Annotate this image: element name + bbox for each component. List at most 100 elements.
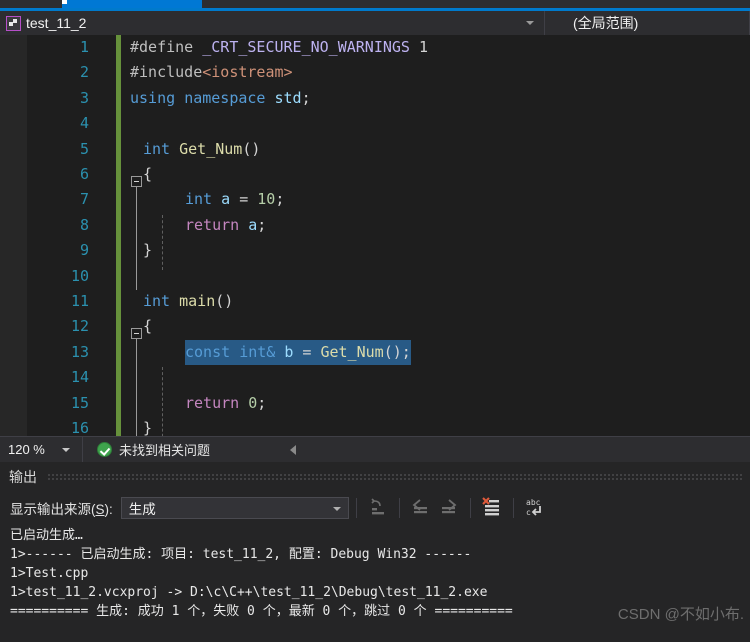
zoom-level-value: 120 % — [8, 442, 45, 457]
project-scope-value: test_11_2 — [26, 15, 87, 31]
code-editor[interactable]: 1 2 3 4 5 6 7 8 9 10 11 12 13 14 15 16 #define _CRT_SEC… — [0, 35, 750, 436]
code-line-9: } — [143, 238, 152, 263]
svg-text:c: c — [526, 508, 531, 517]
line-number: 13 — [70, 342, 89, 361]
line-number: 12 — [70, 317, 89, 336]
token-semicolon-7: ; — [275, 190, 285, 209]
toolbar-separator-3 — [469, 498, 471, 518]
line-number: 6 — [79, 165, 89, 183]
member-scope-dropdown[interactable]: (全局范围) — [545, 11, 750, 35]
change-tracking-bar — [116, 85, 121, 112]
line-number: 16 — [70, 419, 89, 436]
output-panel-header: 输出 — [0, 462, 750, 492]
token-semicolon-8: ; — [257, 215, 267, 234]
editor-navigation-bar: test_11_2 (全局范围) — [0, 11, 750, 35]
change-tracking-bar — [116, 289, 121, 315]
member-scope-value: (全局范围) — [573, 15, 639, 31]
token-semicolon-3: ; — [301, 88, 311, 107]
active-document-tab[interactable] — [62, 0, 202, 8]
token-call-tail: (); — [383, 342, 411, 361]
change-tracking-bar — [116, 111, 121, 137]
toggle-word-wrap-icon[interactable]: abc c — [522, 496, 548, 520]
toolbar-separator-2 — [398, 498, 400, 518]
svg-text:abc: abc — [526, 498, 541, 507]
token-getnum-call: Get_Num — [320, 342, 384, 361]
code-line-6: { — [143, 162, 152, 187]
status-message: 未找到相关问题 — [119, 443, 211, 458]
project-scope-dropdown[interactable]: test_11_2 — [0, 11, 545, 35]
output-panel-toolbar: 显示输出来源(S): 生成 abc c — [0, 492, 750, 524]
next-message-icon[interactable] — [436, 496, 462, 520]
token-num-10: 10 — [257, 190, 276, 209]
chevron-down-icon[interactable] — [526, 21, 534, 25]
token-std: std — [274, 88, 302, 107]
output-source-label-suffix: ): — [104, 502, 113, 517]
jump-to-source-glyph — [371, 498, 384, 515]
code-line-16: } — [143, 416, 152, 436]
code-line-7: int a = 10; — [185, 187, 284, 212]
token-open-brace-12: { — [143, 317, 153, 336]
line-number: 10 — [70, 266, 89, 285]
editor-status-bar: 120 % 未找到相关问题 — [0, 436, 750, 463]
token-close-brace-9: } — [143, 241, 153, 260]
line-number: 7 — [79, 190, 89, 209]
line-number: 9 — [79, 241, 89, 260]
token-parens-5: () — [242, 139, 261, 158]
change-tracking-bar — [116, 136, 121, 162]
token-num-0: 0 — [248, 393, 258, 412]
zoom-level-dropdown[interactable]: 120 % — [0, 436, 83, 463]
code-line-5: int Get_Num() — [143, 137, 260, 162]
indent-guide-getnum — [162, 215, 163, 270]
token-int-5: int — [143, 139, 171, 158]
token-getnum-decl: Get_Num — [179, 139, 243, 158]
code-line-15: return 0; — [185, 391, 266, 416]
chevron-down-icon[interactable] — [332, 507, 341, 511]
token-int-13: int — [239, 342, 267, 361]
tab-modified-indicator — [62, 0, 67, 4]
selection-margin[interactable] — [0, 35, 27, 436]
change-tracking-bar — [116, 187, 121, 213]
token-macro-value: 1 — [419, 38, 429, 56]
output-source-value: 生成 — [128, 502, 156, 517]
token-semicolon-15: ; — [257, 393, 267, 412]
chevron-down-icon[interactable] — [62, 447, 70, 452]
change-tracking-bar — [116, 390, 121, 416]
token-const: const — [185, 342, 231, 361]
panel-drag-grip[interactable] — [47, 473, 742, 481]
output-source-dropdown[interactable]: 生成 — [120, 497, 349, 519]
line-number: 4 — [79, 114, 89, 133]
collapse-box-getnum[interactable] — [131, 176, 142, 187]
token-macro-name: _CRT_SECURE_NO_WARNINGS — [202, 38, 410, 56]
next-message-glyph — [441, 499, 457, 514]
collapse-box-main[interactable] — [131, 328, 142, 339]
change-tracking-bar — [116, 365, 121, 391]
triangle-left-icon[interactable] — [290, 444, 297, 455]
change-tracking-bar — [116, 162, 121, 188]
code-line-13-selected[interactable]: const int& b = Get_Num(); — [185, 339, 411, 366]
clear-all-icon[interactable] — [479, 496, 505, 520]
code-line-1: #define _CRT_SECURE_NO_WARNINGS 1 — [130, 35, 428, 60]
word-wrap-glyph: abc c — [526, 498, 541, 517]
token-using: using — [130, 88, 176, 107]
line-number: 11 — [70, 292, 89, 310]
token-namespace: namespace — [184, 88, 266, 107]
token-return-15: return — [185, 393, 240, 412]
output-text-area[interactable]: 已启动生成… 1>------ 已启动生成: 项目: test_11_2, 配置:… — [0, 524, 750, 642]
previous-message-glyph — [412, 499, 427, 514]
output-source-label: 显示输出来源(S): — [0, 498, 113, 518]
change-tracking-bar — [116, 314, 121, 340]
change-tracking-bar — [116, 263, 121, 289]
change-tracking-bar — [116, 416, 121, 436]
code-line-3: using namespace std; — [130, 86, 311, 111]
change-tracking-bar — [116, 339, 121, 366]
token-header: <iostream> — [202, 63, 293, 82]
line-number: 14 — [70, 368, 89, 387]
token-assign-7: = — [239, 190, 249, 209]
previous-message-icon[interactable] — [408, 496, 434, 520]
token-open-brace-6: { — [143, 165, 153, 183]
token-return-8: return — [185, 215, 240, 234]
line-number: 3 — [79, 88, 89, 107]
document-tab-strip — [0, 0, 750, 8]
change-tracking-bar — [116, 212, 121, 239]
jump-to-source-icon[interactable] — [365, 496, 391, 520]
